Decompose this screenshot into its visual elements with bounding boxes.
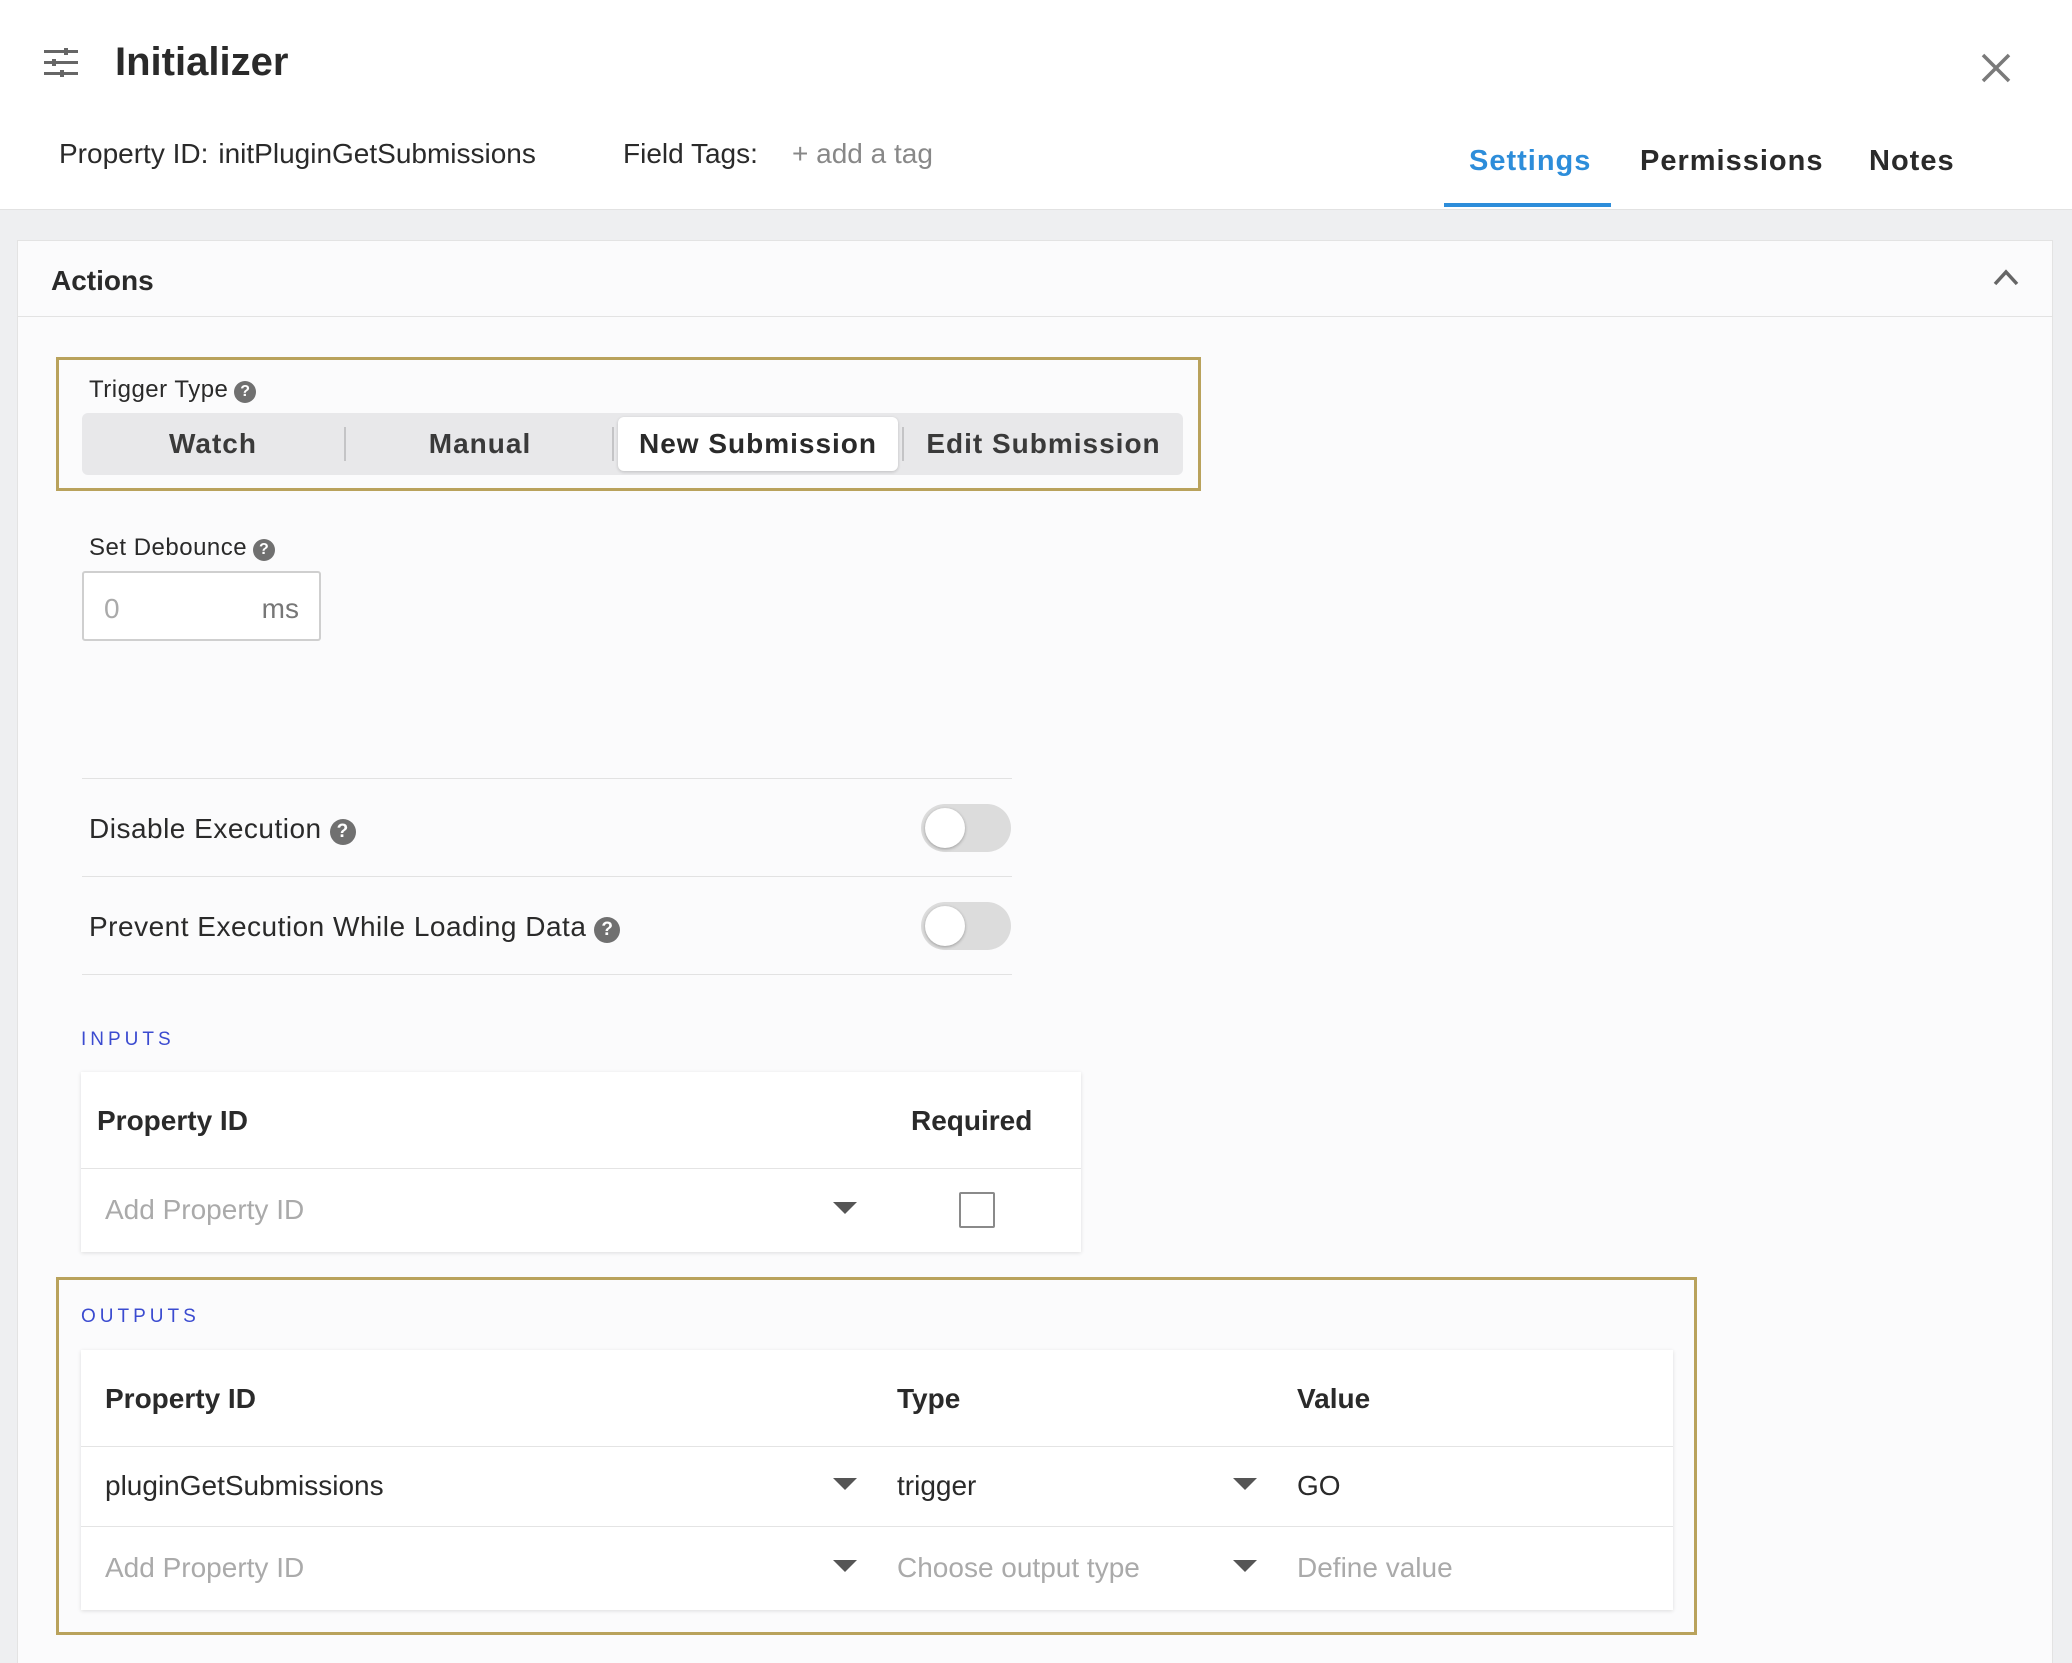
toggle-knob (925, 906, 965, 946)
output-new-property-id-select[interactable]: Add Property ID (105, 1552, 304, 1584)
property-id-value: initPluginGetSubmissions (218, 138, 536, 169)
disable-execution-toggle[interactable] (921, 804, 1011, 852)
trigger-option-watch[interactable]: Watch (82, 413, 344, 475)
required-checkbox[interactable] (959, 1192, 995, 1228)
divider (82, 974, 1012, 975)
output-row-type[interactable]: trigger (897, 1470, 976, 1502)
divider (82, 778, 1012, 779)
dialog-header: Initializer Property ID: initPluginGetSub… (0, 0, 2072, 210)
active-tab-indicator (1444, 203, 1611, 207)
outputs-header-type: Type (897, 1383, 961, 1414)
menu-sliders-icon[interactable] (44, 48, 78, 78)
set-debounce-label: Set Debounce? (89, 534, 276, 562)
tab-settings[interactable]: Settings (1469, 145, 1591, 178)
debounce-value: 0 (104, 593, 120, 624)
prevent-execution-row: Prevent Execution While Loading Data? (89, 911, 621, 943)
inputs-caption: INPUTS (81, 1029, 175, 1050)
trigger-option-new-submission[interactable]: New Submission (618, 417, 898, 471)
disable-execution-row: Disable Execution? (89, 813, 356, 845)
inputs-header-property-id: Property ID (97, 1105, 248, 1136)
inputs-header-required: Required (911, 1105, 1033, 1136)
property-id-label: Property ID: (59, 138, 209, 169)
prevent-execution-toggle[interactable] (921, 902, 1011, 950)
actions-panel-header[interactable]: Actions (18, 241, 2052, 317)
inputs-table: Property ID Required Add Property ID (81, 1072, 1081, 1252)
trigger-type-label-text: Trigger Type (89, 376, 229, 403)
outputs-header-value: Value (1297, 1383, 1371, 1414)
caret-down-icon[interactable] (1233, 1560, 1257, 1572)
debounce-unit: ms (261, 593, 299, 624)
trigger-option-manual[interactable]: Manual (346, 413, 614, 475)
add-tag-link[interactable]: + add a tag (792, 138, 933, 170)
help-icon[interactable]: ? (594, 917, 621, 943)
outputs-table: Property ID Type Value pluginGetSubmissi… (81, 1350, 1673, 1610)
trigger-option-edit-submission[interactable]: Edit Submission (904, 413, 1183, 475)
outputs-header-property-id: Property ID (105, 1383, 256, 1414)
tab-notes[interactable]: Notes (1869, 145, 1955, 178)
segment-divider (612, 427, 614, 461)
inputs-property-id-select[interactable]: Add Property ID (105, 1194, 304, 1226)
prevent-execution-label: Prevent Execution While Loading Data (89, 911, 587, 942)
caret-down-icon[interactable] (1233, 1478, 1257, 1490)
disable-execution-label: Disable Execution (89, 813, 322, 844)
divider (82, 876, 1012, 877)
trigger-type-selector: Watch Manual New Submission Edit Submiss… (82, 413, 1183, 475)
toggle-knob (925, 808, 965, 848)
output-row-value[interactable]: GO (1297, 1470, 1341, 1502)
field-tags-label: Field Tags: (623, 138, 758, 169)
row-separator (81, 1446, 1673, 1447)
caret-down-icon[interactable] (833, 1202, 857, 1214)
dialog-title: Initializer (115, 40, 289, 84)
set-debounce-label-text: Set Debounce (89, 534, 248, 561)
trigger-type-label: Trigger Type? (89, 376, 257, 404)
help-icon[interactable]: ? (234, 381, 257, 403)
row-separator (81, 1526, 1673, 1527)
help-icon[interactable]: ? (329, 819, 356, 845)
help-icon[interactable]: ? (253, 539, 276, 561)
output-new-type-select[interactable]: Choose output type (897, 1552, 1140, 1584)
outputs-caption: OUTPUTS (81, 1306, 200, 1327)
debounce-input[interactable]: 0 ms (82, 571, 321, 641)
property-id: Property ID: initPluginGetSubmissions (59, 138, 536, 170)
row-separator (81, 1168, 1081, 1169)
output-new-value-input[interactable]: Define value (1297, 1552, 1453, 1584)
caret-down-icon[interactable] (833, 1560, 857, 1572)
close-icon[interactable] (1980, 52, 2012, 84)
caret-down-icon[interactable] (833, 1478, 857, 1490)
output-row-property-id[interactable]: pluginGetSubmissions (105, 1470, 384, 1502)
actions-title: Actions (51, 265, 154, 296)
tab-permissions[interactable]: Permissions (1640, 145, 1823, 178)
chevron-up-icon[interactable] (1992, 267, 2020, 287)
